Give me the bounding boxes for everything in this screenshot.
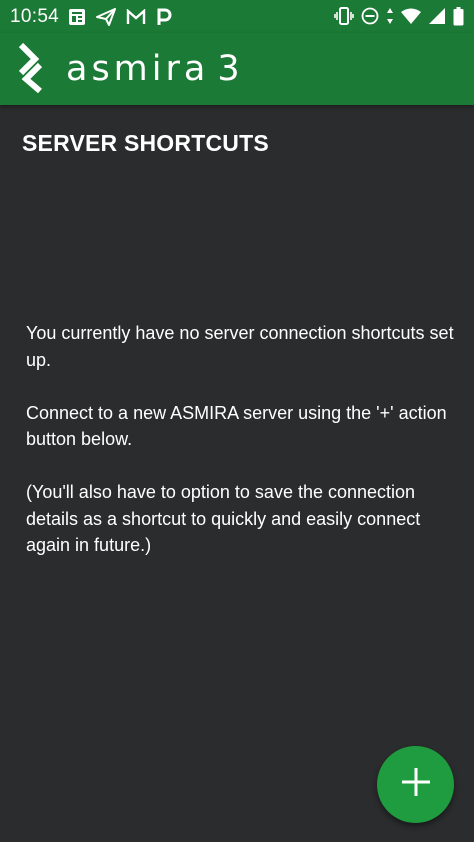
gmail-icon — [126, 9, 146, 25]
app-title-version: 3 — [217, 49, 244, 89]
message-paragraph-2: Connect to a new ASMIRA server using the… — [26, 402, 447, 450]
do-not-disturb-icon — [361, 7, 379, 25]
add-server-button[interactable] — [377, 746, 454, 823]
app-title: asmira 3 — [66, 45, 244, 93]
plus-icon — [401, 767, 431, 802]
asmira-logo-icon — [18, 42, 48, 98]
news-icon — [68, 8, 86, 26]
data-arrows-icon — [386, 7, 394, 25]
status-time: 10:54 — [10, 6, 60, 27]
battery-icon — [453, 6, 464, 26]
section-heading: SERVER SHORTCUTS — [22, 130, 269, 156]
wifi-icon — [401, 8, 421, 24]
parking-icon — [156, 8, 172, 26]
screen: 10:54 asmira 3 SERVER SHORTCUTS You curr… — [0, 0, 474, 842]
app-title-name: asmira — [66, 49, 210, 89]
message-paragraph-1: You currently have no server connection … — [26, 323, 454, 370]
send-icon — [96, 8, 116, 26]
status-notification-icons — [68, 7, 172, 27]
status-bar: 10:54 — [0, 0, 474, 33]
app-bar: asmira 3 — [0, 33, 474, 105]
message-paragraph-3: (You'll also have to option to save the … — [26, 482, 421, 555]
status-system-icons — [334, 6, 464, 26]
vibrate-icon — [334, 7, 354, 25]
signal-icon — [428, 7, 446, 25]
empty-state-message: You currently have no server connection … — [26, 320, 456, 585]
